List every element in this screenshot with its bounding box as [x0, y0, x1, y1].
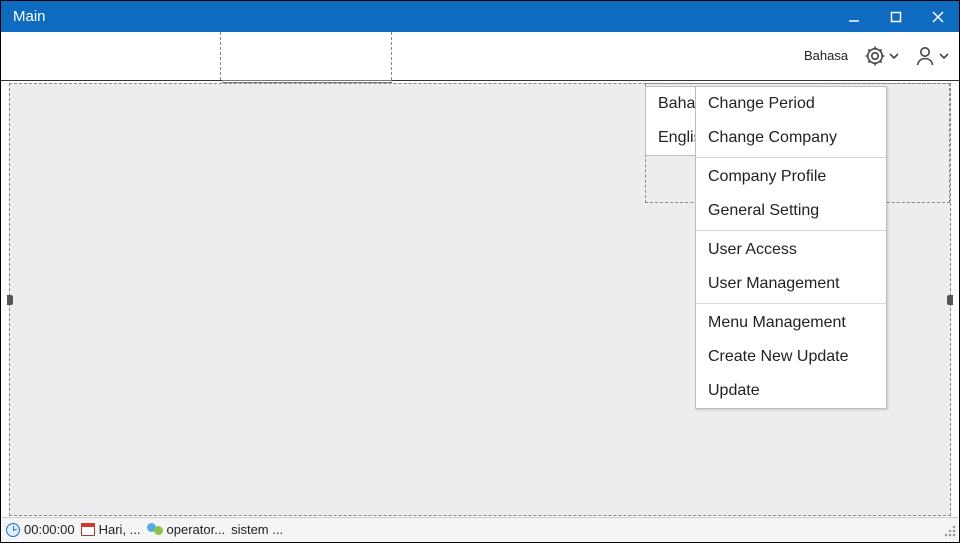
language-menu: Bahasa English [645, 86, 699, 156]
ribbon-slot-1 [11, 32, 221, 80]
settings-menu-item[interactable]: General Setting [696, 194, 886, 228]
chevron-down-icon [939, 51, 949, 61]
dock-handle-left[interactable] [7, 295, 13, 305]
status-system-text: sistem ... [231, 522, 283, 537]
user-button[interactable] [911, 36, 951, 76]
window-title: Main [13, 8, 46, 25]
ribbon-slot-2 [222, 32, 392, 80]
menu-separator [696, 230, 886, 231]
minimize-icon [848, 11, 860, 23]
status-bar: 00:00:00 Hari, ... operator... sistem ..… [2, 517, 958, 541]
close-button[interactable] [917, 1, 959, 32]
status-date: Hari, ... [81, 522, 143, 537]
settings-button[interactable] [861, 36, 901, 76]
settings-menu-item[interactable]: User Access [696, 233, 886, 267]
settings-menu-item[interactable]: Company Profile [696, 160, 886, 194]
gear-icon [863, 44, 887, 68]
maximize-button[interactable] [875, 1, 917, 32]
settings-menu-item[interactable]: Create New Update [696, 340, 886, 374]
user-icon [913, 44, 937, 68]
status-user-text: operator... [167, 522, 226, 537]
status-time-text: 00:00:00 [24, 522, 75, 537]
settings-menu-item[interactable]: Change Period [696, 87, 886, 121]
users-icon [147, 523, 163, 537]
maximize-icon [890, 11, 902, 23]
language-menu-item[interactable]: English [646, 121, 698, 155]
resize-grip[interactable] [942, 523, 956, 537]
language-selector-label[interactable]: Bahasa [801, 49, 851, 63]
close-icon [932, 11, 944, 23]
window-titlebar: Main [1, 1, 959, 32]
status-user: operator... [147, 522, 228, 537]
settings-menu: Change Period Change Company Company Pro… [695, 86, 887, 409]
minimize-button[interactable] [833, 1, 875, 32]
settings-menu-item[interactable]: Menu Management [696, 306, 886, 340]
chevron-down-icon [889, 51, 899, 61]
settings-menu-item[interactable]: Update [696, 374, 886, 408]
dock-handle-right[interactable] [947, 295, 953, 305]
menu-separator [696, 303, 886, 304]
settings-menu-item[interactable]: User Management [696, 267, 886, 301]
window-controls [833, 1, 959, 32]
ribbon-toolbar: Bahasa [1, 32, 959, 81]
calendar-icon [81, 523, 95, 536]
status-system: sistem ... [231, 522, 285, 537]
status-time: 00:00:00 [6, 522, 77, 537]
menu-separator [696, 157, 886, 158]
ribbon-right-group: Bahasa [801, 32, 951, 80]
clock-icon [6, 523, 20, 537]
status-date-text: Hari, ... [99, 522, 141, 537]
settings-menu-item[interactable]: Change Company [696, 121, 886, 155]
language-menu-item[interactable]: Bahasa [646, 87, 698, 121]
